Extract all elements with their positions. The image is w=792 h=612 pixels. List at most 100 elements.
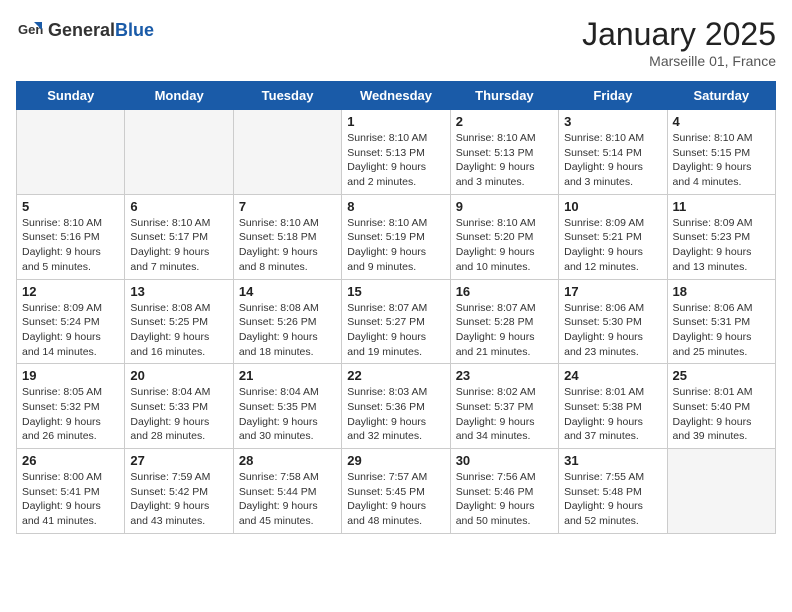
calendar-cell: 24 Sunrise: 8:01 AM Sunset: 5:38 PM Dayli…	[559, 364, 667, 449]
calendar-week-row: 1 Sunrise: 8:10 AM Sunset: 5:13 PM Daylig…	[17, 110, 776, 195]
weekday-header-tuesday: Tuesday	[233, 82, 341, 110]
calendar-cell: 15 Sunrise: 8:07 AM Sunset: 5:27 PM Dayli…	[342, 279, 450, 364]
day-number: 4	[673, 114, 770, 129]
title-block: January 2025 Marseille 01, France	[582, 16, 776, 69]
day-number: 23	[456, 368, 553, 383]
day-info: Sunrise: 8:07 AM Sunset: 5:27 PM Dayligh…	[347, 301, 444, 360]
calendar-cell: 19 Sunrise: 8:05 AM Sunset: 5:32 PM Dayli…	[17, 364, 125, 449]
day-info: Sunrise: 8:10 AM Sunset: 5:15 PM Dayligh…	[673, 131, 770, 190]
logo-icon: Gen	[16, 16, 44, 44]
calendar-cell: 28 Sunrise: 7:58 AM Sunset: 5:44 PM Dayli…	[233, 449, 341, 534]
day-number: 18	[673, 284, 770, 299]
calendar-cell: 2 Sunrise: 8:10 AM Sunset: 5:13 PM Daylig…	[450, 110, 558, 195]
day-info: Sunrise: 8:08 AM Sunset: 5:26 PM Dayligh…	[239, 301, 336, 360]
calendar-cell	[233, 110, 341, 195]
day-info: Sunrise: 7:58 AM Sunset: 5:44 PM Dayligh…	[239, 470, 336, 529]
calendar-cell: 23Sunrise: 8:02 AM Sunset: 5:37 PM Dayli…	[450, 364, 558, 449]
day-info: Sunrise: 8:05 AM Sunset: 5:32 PM Dayligh…	[22, 385, 119, 444]
calendar-cell: 13 Sunrise: 8:08 AM Sunset: 5:25 PM Dayli…	[125, 279, 233, 364]
calendar-cell: 10Sunrise: 8:09 AM Sunset: 5:21 PM Dayli…	[559, 194, 667, 279]
calendar-table: SundayMondayTuesdayWednesdayThursdayFrid…	[16, 81, 776, 534]
day-number: 28	[239, 453, 336, 468]
calendar-cell	[17, 110, 125, 195]
weekday-header-thursday: Thursday	[450, 82, 558, 110]
day-info: Sunrise: 8:10 AM Sunset: 5:13 PM Dayligh…	[456, 131, 553, 190]
day-info: Sunrise: 8:04 AM Sunset: 5:33 PM Dayligh…	[130, 385, 227, 444]
day-info: Sunrise: 7:55 AM Sunset: 5:48 PM Dayligh…	[564, 470, 661, 529]
day-number: 27	[130, 453, 227, 468]
day-number: 19	[22, 368, 119, 383]
day-number: 11	[673, 199, 770, 214]
logo: Gen GeneralBlue	[16, 16, 154, 44]
day-info: Sunrise: 8:00 AM Sunset: 5:41 PM Dayligh…	[22, 470, 119, 529]
calendar-cell: 3 Sunrise: 8:10 AM Sunset: 5:14 PM Daylig…	[559, 110, 667, 195]
calendar-cell: 29 Sunrise: 7:57 AM Sunset: 5:45 PM Dayli…	[342, 449, 450, 534]
day-number: 24	[564, 368, 661, 383]
calendar-cell: 12 Sunrise: 8:09 AM Sunset: 5:24 PM Dayli…	[17, 279, 125, 364]
day-info: Sunrise: 7:56 AM Sunset: 5:46 PM Dayligh…	[456, 470, 553, 529]
calendar-cell: 7Sunrise: 8:10 AM Sunset: 5:18 PM Daylig…	[233, 194, 341, 279]
day-number: 12	[22, 284, 119, 299]
day-number: 5	[22, 199, 119, 214]
day-number: 17	[564, 284, 661, 299]
day-info: Sunrise: 8:10 AM Sunset: 5:17 PM Dayligh…	[130, 216, 227, 275]
day-info: Sunrise: 8:10 AM Sunset: 5:20 PM Dayligh…	[456, 216, 553, 275]
calendar-week-row: 26 Sunrise: 8:00 AM Sunset: 5:41 PM Dayli…	[17, 449, 776, 534]
calendar-cell: 30 Sunrise: 7:56 AM Sunset: 5:46 PM Dayli…	[450, 449, 558, 534]
day-number: 10	[564, 199, 661, 214]
day-number: 26	[22, 453, 119, 468]
calendar-cell	[667, 449, 775, 534]
day-info: Sunrise: 8:01 AM Sunset: 5:38 PM Dayligh…	[564, 385, 661, 444]
day-number: 30	[456, 453, 553, 468]
calendar-week-row: 12 Sunrise: 8:09 AM Sunset: 5:24 PM Dayli…	[17, 279, 776, 364]
weekday-header-saturday: Saturday	[667, 82, 775, 110]
day-number: 1	[347, 114, 444, 129]
calendar-cell: 11Sunrise: 8:09 AM Sunset: 5:23 PM Dayli…	[667, 194, 775, 279]
day-info: Sunrise: 8:10 AM Sunset: 5:13 PM Dayligh…	[347, 131, 444, 190]
day-number: 20	[130, 368, 227, 383]
day-number: 2	[456, 114, 553, 129]
day-info: Sunrise: 7:59 AM Sunset: 5:42 PM Dayligh…	[130, 470, 227, 529]
weekday-header-friday: Friday	[559, 82, 667, 110]
day-number: 22	[347, 368, 444, 383]
day-info: Sunrise: 8:10 AM Sunset: 5:14 PM Dayligh…	[564, 131, 661, 190]
day-number: 3	[564, 114, 661, 129]
logo-general: General	[48, 20, 115, 40]
calendar-cell: 31 Sunrise: 7:55 AM Sunset: 5:48 PM Dayli…	[559, 449, 667, 534]
day-number: 15	[347, 284, 444, 299]
weekday-header-row: SundayMondayTuesdayWednesdayThursdayFrid…	[17, 82, 776, 110]
calendar-cell: 20 Sunrise: 8:04 AM Sunset: 5:33 PM Dayli…	[125, 364, 233, 449]
calendar-cell: 14 Sunrise: 8:08 AM Sunset: 5:26 PM Dayli…	[233, 279, 341, 364]
calendar-cell: 17 Sunrise: 8:06 AM Sunset: 5:30 PM Dayli…	[559, 279, 667, 364]
logo-blue: Blue	[115, 20, 154, 40]
day-number: 6	[130, 199, 227, 214]
day-info: Sunrise: 8:10 AM Sunset: 5:19 PM Dayligh…	[347, 216, 444, 275]
calendar-cell: 1 Sunrise: 8:10 AM Sunset: 5:13 PM Daylig…	[342, 110, 450, 195]
day-info: Sunrise: 8:08 AM Sunset: 5:25 PM Dayligh…	[130, 301, 227, 360]
calendar-week-row: 19 Sunrise: 8:05 AM Sunset: 5:32 PM Dayli…	[17, 364, 776, 449]
calendar-cell: 8 Sunrise: 8:10 AM Sunset: 5:19 PM Daylig…	[342, 194, 450, 279]
calendar-cell: 18 Sunrise: 8:06 AM Sunset: 5:31 PM Dayli…	[667, 279, 775, 364]
calendar-cell: 9Sunrise: 8:10 AM Sunset: 5:20 PM Daylig…	[450, 194, 558, 279]
calendar-cell: 16Sunrise: 8:07 AM Sunset: 5:28 PM Dayli…	[450, 279, 558, 364]
day-info: Sunrise: 8:06 AM Sunset: 5:30 PM Dayligh…	[564, 301, 661, 360]
calendar-cell: 5 Sunrise: 8:10 AM Sunset: 5:16 PM Daylig…	[17, 194, 125, 279]
day-number: 31	[564, 453, 661, 468]
day-number: 8	[347, 199, 444, 214]
day-info: Sunrise: 8:03 AM Sunset: 5:36 PM Dayligh…	[347, 385, 444, 444]
day-info: Sunrise: 8:09 AM Sunset: 5:24 PM Dayligh…	[22, 301, 119, 360]
weekday-header-wednesday: Wednesday	[342, 82, 450, 110]
location-title: Marseille 01, France	[582, 53, 776, 69]
day-info: Sunrise: 8:01 AM Sunset: 5:40 PM Dayligh…	[673, 385, 770, 444]
calendar-cell: 4 Sunrise: 8:10 AM Sunset: 5:15 PM Daylig…	[667, 110, 775, 195]
month-title: January 2025	[582, 16, 776, 53]
calendar-cell	[125, 110, 233, 195]
day-info: Sunrise: 8:10 AM Sunset: 5:16 PM Dayligh…	[22, 216, 119, 275]
calendar-cell: 21Sunrise: 8:04 AM Sunset: 5:35 PM Dayli…	[233, 364, 341, 449]
day-info: Sunrise: 7:57 AM Sunset: 5:45 PM Dayligh…	[347, 470, 444, 529]
day-number: 13	[130, 284, 227, 299]
page-header: Gen GeneralBlue January 2025 Marseille 0…	[16, 16, 776, 69]
day-number: 14	[239, 284, 336, 299]
day-number: 29	[347, 453, 444, 468]
day-info: Sunrise: 8:06 AM Sunset: 5:31 PM Dayligh…	[673, 301, 770, 360]
